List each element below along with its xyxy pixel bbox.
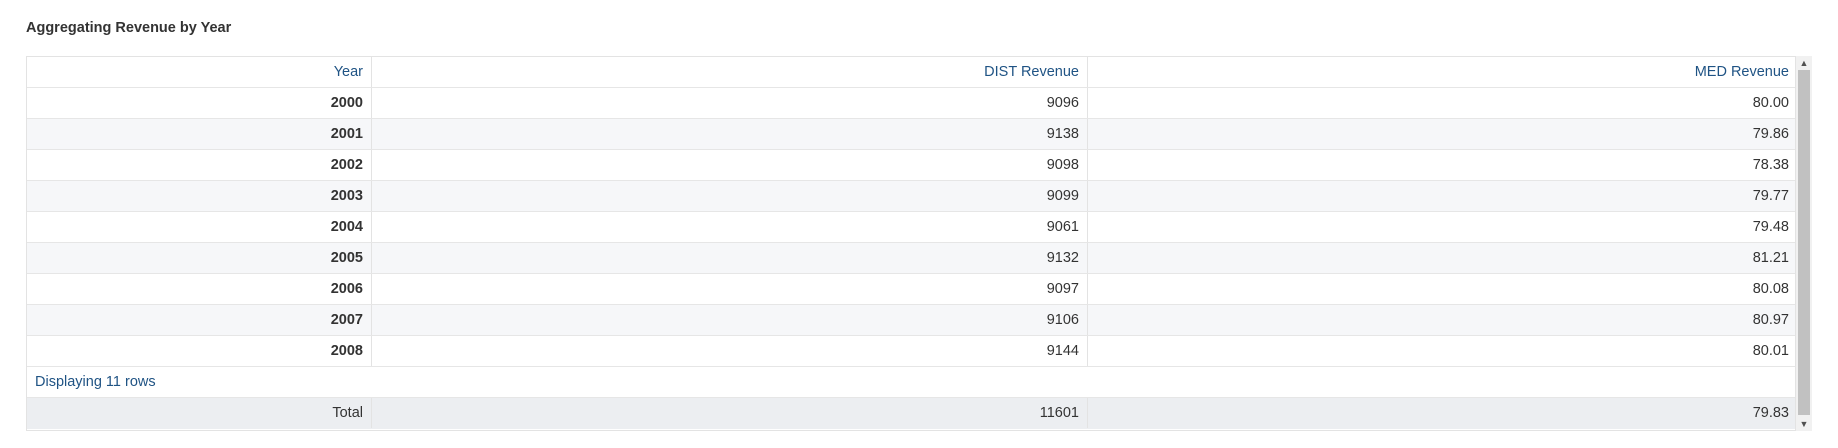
med-revenue-cell: 80.01: [1752, 343, 1789, 359]
med-revenue-cell: 78.38: [1752, 157, 1789, 173]
scrollbar-thumb[interactable]: [1798, 70, 1810, 415]
med-revenue-cell: 79.77: [1752, 188, 1789, 204]
revenue-table: Year DIST Revenue MED Revenue 2000 9096 …: [26, 56, 1796, 431]
scroll-up-icon[interactable]: ▲: [1796, 56, 1812, 70]
table-row: 2003 9099 79.77: [27, 181, 1795, 212]
med-revenue-cell: 80.97: [1752, 312, 1789, 328]
med-revenue-cell: 81.21: [1752, 250, 1789, 266]
total-med-revenue: 79.83: [1752, 405, 1789, 421]
year-cell: 2001: [27, 119, 372, 149]
year-cell: 2006: [27, 274, 372, 304]
year-cell: 2002: [27, 150, 372, 180]
total-row: Total 11601 79.83: [27, 398, 1795, 429]
dist-revenue-cell: 9061: [372, 212, 1088, 242]
table-row: 2002 9098 78.38: [27, 150, 1795, 181]
column-header-year[interactable]: Year: [27, 57, 372, 87]
year-cell: 2003: [27, 181, 372, 211]
dist-revenue-cell: 9096: [372, 88, 1088, 118]
dist-revenue-cell: 9144: [372, 336, 1088, 366]
table-row: 2004 9061 79.48: [27, 212, 1795, 243]
table-header-row: Year DIST Revenue MED Revenue: [27, 57, 1795, 88]
column-header-med-revenue[interactable]: MED Revenue: [1088, 57, 1795, 87]
year-cell: 2005: [27, 243, 372, 273]
med-revenue-cell: 80.00: [1752, 95, 1789, 111]
year-cell: 2000: [27, 88, 372, 118]
vertical-scrollbar[interactable]: ▲ ▼: [1796, 56, 1812, 431]
total-label: Total: [27, 398, 372, 428]
dist-revenue-cell: 9098: [372, 150, 1088, 180]
column-header-dist-revenue[interactable]: DIST Revenue: [372, 57, 1088, 87]
dist-revenue-cell: 9138: [372, 119, 1088, 149]
year-cell: 2004: [27, 212, 372, 242]
year-cell: 2008: [27, 336, 372, 366]
med-revenue-cell: 80.08: [1752, 281, 1789, 297]
dist-revenue-cell: 9106: [372, 305, 1088, 335]
table-row: 2007 9106 80.97: [27, 305, 1795, 336]
table-row: 2008 9144 80.01: [27, 336, 1795, 367]
med-revenue-cell: 79.86: [1752, 126, 1789, 142]
table-row: 2001 9138 79.86: [27, 119, 1795, 150]
table-row: 2006 9097 80.08: [27, 274, 1795, 305]
year-cell: 2007: [27, 305, 372, 335]
table-row: 2005 9132 81.21: [27, 243, 1795, 274]
dist-revenue-cell: 9132: [372, 243, 1088, 273]
dist-revenue-cell: 9097: [372, 274, 1088, 304]
med-revenue-cell: 79.48: [1752, 219, 1789, 235]
page-title: Aggregating Revenue by Year: [26, 20, 232, 36]
total-dist-revenue: 11601: [372, 398, 1088, 428]
row-count-note: Displaying 11 rows: [27, 367, 1795, 398]
dist-revenue-cell: 9099: [372, 181, 1088, 211]
table-row: 2000 9096 80.00: [27, 88, 1795, 119]
scroll-down-icon[interactable]: ▼: [1796, 417, 1812, 431]
